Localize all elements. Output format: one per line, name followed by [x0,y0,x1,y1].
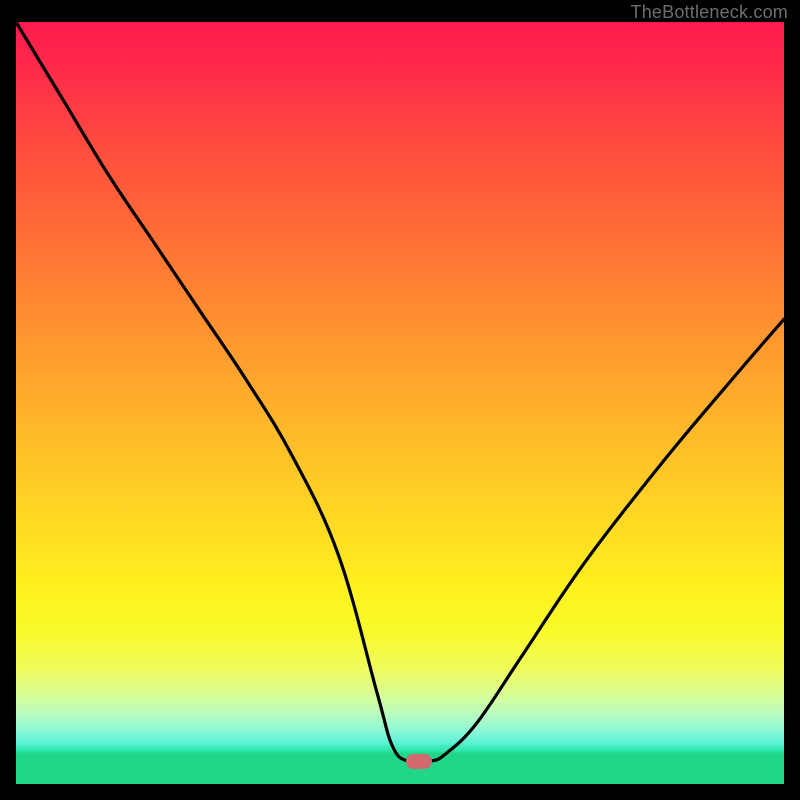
attribution-label: TheBottleneck.com [631,2,788,23]
chart-frame: TheBottleneck.com [0,0,800,800]
plot-area [16,22,784,784]
bottleneck-curve [16,22,784,784]
optimal-point-marker [406,754,432,769]
